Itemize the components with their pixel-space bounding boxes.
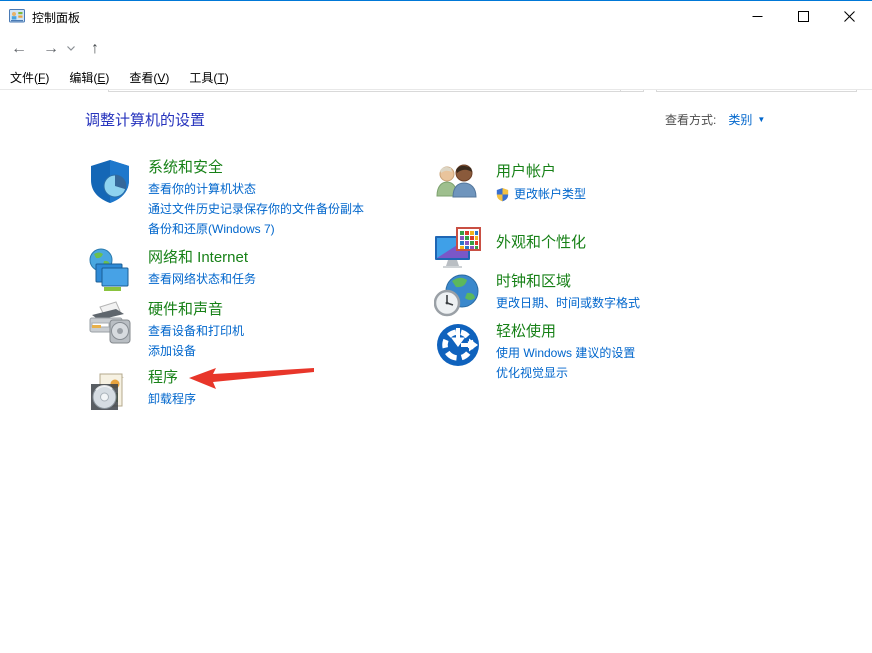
task-link[interactable]: 查看你的计算机状态 bbox=[148, 180, 364, 199]
appearance-personalization-icon[interactable] bbox=[434, 223, 482, 271]
category-title-programs[interactable]: 程序 bbox=[148, 367, 196, 389]
category-appearance-personalization: 外观和个性化 bbox=[434, 223, 586, 271]
close-button[interactable] bbox=[826, 1, 872, 32]
menu-view[interactable]: 查看(V) bbox=[129, 69, 169, 86]
category-title-system-security[interactable]: 系统和安全 bbox=[148, 157, 364, 179]
category-hardware-sound: 硬件和声音 查看设备和打印机 添加设备 bbox=[86, 299, 244, 361]
view-by-label: 查看方式: bbox=[665, 111, 716, 128]
minimize-icon bbox=[752, 11, 763, 22]
task-link[interactable]: 卸载程序 bbox=[148, 390, 196, 409]
category-title-hardware-sound[interactable]: 硬件和声音 bbox=[148, 299, 244, 321]
category-system-security: 系统和安全 查看你的计算机状态 通过文件历史记录保存你的文件备份副本 备份和还原… bbox=[86, 157, 364, 239]
task-link[interactable]: 通过文件历史记录保存你的文件备份副本 bbox=[148, 200, 364, 219]
task-link[interactable]: 更改帐户类型 bbox=[514, 185, 586, 204]
back-button[interactable]: ← bbox=[6, 32, 32, 65]
menu-edit[interactable]: 编辑(E) bbox=[69, 69, 109, 86]
category-ease-of-access: 轻松使用 使用 Windows 建议的设置 优化视觉显示 bbox=[434, 321, 635, 383]
view-by-value[interactable]: 类别 bbox=[728, 111, 752, 128]
task-link[interactable]: 查看网络状态和任务 bbox=[148, 270, 256, 289]
programs-icon[interactable] bbox=[86, 367, 134, 415]
clock-region-icon[interactable] bbox=[434, 271, 482, 319]
view-by-dropdown-icon[interactable]: ▼ bbox=[757, 115, 765, 124]
user-accounts-icon[interactable] bbox=[434, 161, 482, 209]
window-controls bbox=[734, 1, 872, 32]
recent-pages-chevron-icon[interactable] bbox=[62, 32, 80, 65]
category-programs: 程序 卸载程序 bbox=[86, 367, 196, 415]
task-link[interactable]: 更改日期、时间或数字格式 bbox=[496, 294, 640, 313]
navigation-bar: ← → ↑ › 控制面板 › ↻ bbox=[0, 32, 872, 65]
control-panel-icon bbox=[9, 8, 25, 24]
task-link[interactable]: 查看设备和打印机 bbox=[148, 322, 244, 341]
task-link[interactable]: 备份和还原(Windows 7) bbox=[148, 220, 364, 239]
ease-of-access-icon[interactable] bbox=[434, 321, 482, 369]
menu-file[interactable]: 文件(F) bbox=[10, 69, 49, 86]
uac-shield-icon bbox=[496, 187, 509, 202]
category-network-internet: 网络和 Internet 查看网络状态和任务 bbox=[86, 247, 256, 295]
view-by-control: 查看方式: 类别 ▼ bbox=[665, 111, 765, 128]
category-title-network-internet[interactable]: 网络和 Internet bbox=[148, 247, 256, 269]
menu-bar: 文件(F) 编辑(E) 查看(V) 工具(T) bbox=[0, 65, 872, 90]
title-bar: 控制面板 bbox=[0, 1, 872, 32]
minimize-button[interactable] bbox=[734, 1, 780, 32]
category-user-accounts: 用户帐户 更改帐户类型 bbox=[434, 161, 586, 209]
category-title-appearance-personalization[interactable]: 外观和个性化 bbox=[496, 232, 586, 254]
network-internet-icon[interactable] bbox=[86, 247, 134, 295]
category-clock-region: 时钟和区域 更改日期、时间或数字格式 bbox=[434, 271, 640, 319]
page-title: 调整计算机的设置 bbox=[85, 109, 205, 130]
forward-button[interactable]: → bbox=[38, 32, 64, 65]
category-title-ease-of-access[interactable]: 轻松使用 bbox=[496, 321, 635, 343]
annotation-arrow bbox=[186, 361, 318, 393]
category-title-user-accounts[interactable]: 用户帐户 bbox=[496, 161, 586, 183]
window-title: 控制面板 bbox=[32, 9, 80, 26]
task-link[interactable]: 使用 Windows 建议的设置 bbox=[496, 344, 635, 363]
close-icon bbox=[844, 11, 855, 22]
maximize-icon bbox=[798, 11, 809, 22]
hardware-sound-icon[interactable] bbox=[86, 299, 134, 347]
control-panel-window: 控制面板 ← → ↑ bbox=[0, 0, 872, 653]
category-title-clock-region[interactable]: 时钟和区域 bbox=[496, 271, 640, 293]
task-link[interactable]: 添加设备 bbox=[148, 342, 244, 361]
up-button[interactable]: ↑ bbox=[82, 32, 108, 65]
system-security-icon[interactable] bbox=[86, 157, 134, 205]
menu-tools[interactable]: 工具(T) bbox=[189, 69, 228, 86]
maximize-button[interactable] bbox=[780, 1, 826, 32]
task-link[interactable]: 优化视觉显示 bbox=[496, 364, 635, 383]
